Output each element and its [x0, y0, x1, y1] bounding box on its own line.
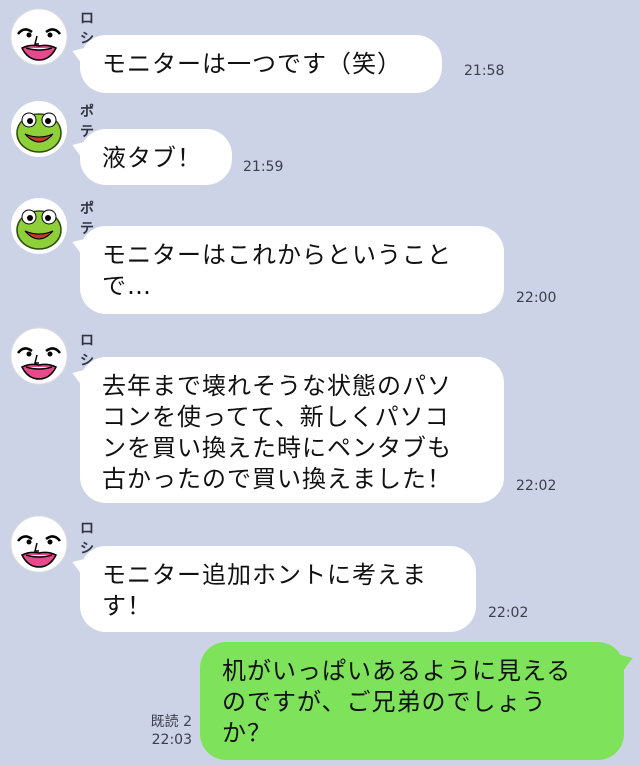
message-line: 机がいっぱいあるように見える [222, 657, 572, 685]
message-bubble[interactable]: モニターはこれからということ で… [80, 226, 504, 314]
avatar[interactable] [10, 327, 68, 385]
message-line: モニターは一つです（笑） [102, 50, 402, 78]
message-bubble[interactable]: モニター追加ホントに考えま す！ [80, 546, 476, 632]
message-line: 古かったので買い換えました！ [102, 465, 452, 493]
message-bubble[interactable]: 去年まで壊れそうな状態のパソ コンを使ってて、新しくパソコ ンを買い換えた時にペ… [80, 357, 504, 503]
message-line: コンを使ってて、新しくパソコ [102, 403, 450, 431]
white-face-icon [10, 8, 68, 66]
message-line: ンを買い換えた時にペンタブも [102, 434, 452, 462]
message-line: モニターはこれからということ [102, 241, 452, 269]
avatar[interactable] [10, 515, 68, 573]
avatar[interactable] [10, 197, 68, 255]
message-bubble[interactable]: 液タブ！ [80, 129, 232, 185]
chat-screen: { "users": { "roshihi": {"name": "ロシヒ", … [0, 0, 640, 766]
message-bubble[interactable]: 机がいっぱいあるように見える のですが、ご兄弟のでしょう か？ [200, 642, 624, 760]
message-line: す！ [102, 592, 152, 620]
message-line: モニター追加ホントに考えま [102, 561, 427, 589]
avatar[interactable] [10, 100, 68, 158]
timestamp: 22:03 [151, 732, 192, 748]
message-line: 液タブ！ [102, 144, 202, 172]
green-frog-icon [11, 101, 67, 157]
timestamp: 21:58 [464, 63, 505, 79]
green-frog-icon [11, 198, 67, 254]
message-bubble[interactable]: モニターは一つです（笑） [80, 35, 442, 93]
white-face-icon [10, 327, 68, 385]
timestamp: 22:02 [488, 605, 529, 621]
message-line: で… [102, 272, 152, 300]
timestamp: 22:00 [516, 290, 557, 306]
message-line: か？ [222, 719, 272, 747]
read-label: 既読 2 [150, 714, 192, 730]
timestamp: 22:02 [516, 478, 557, 494]
message-line: のですが、ご兄弟のでしょう [222, 688, 547, 716]
avatar[interactable] [10, 8, 68, 66]
white-face-icon [10, 515, 68, 573]
timestamp: 21:59 [243, 159, 284, 175]
message-line: 去年まで壊れそうな状態のパソ [102, 372, 452, 400]
read-receipt: 既読 2 22:03 [140, 713, 192, 749]
